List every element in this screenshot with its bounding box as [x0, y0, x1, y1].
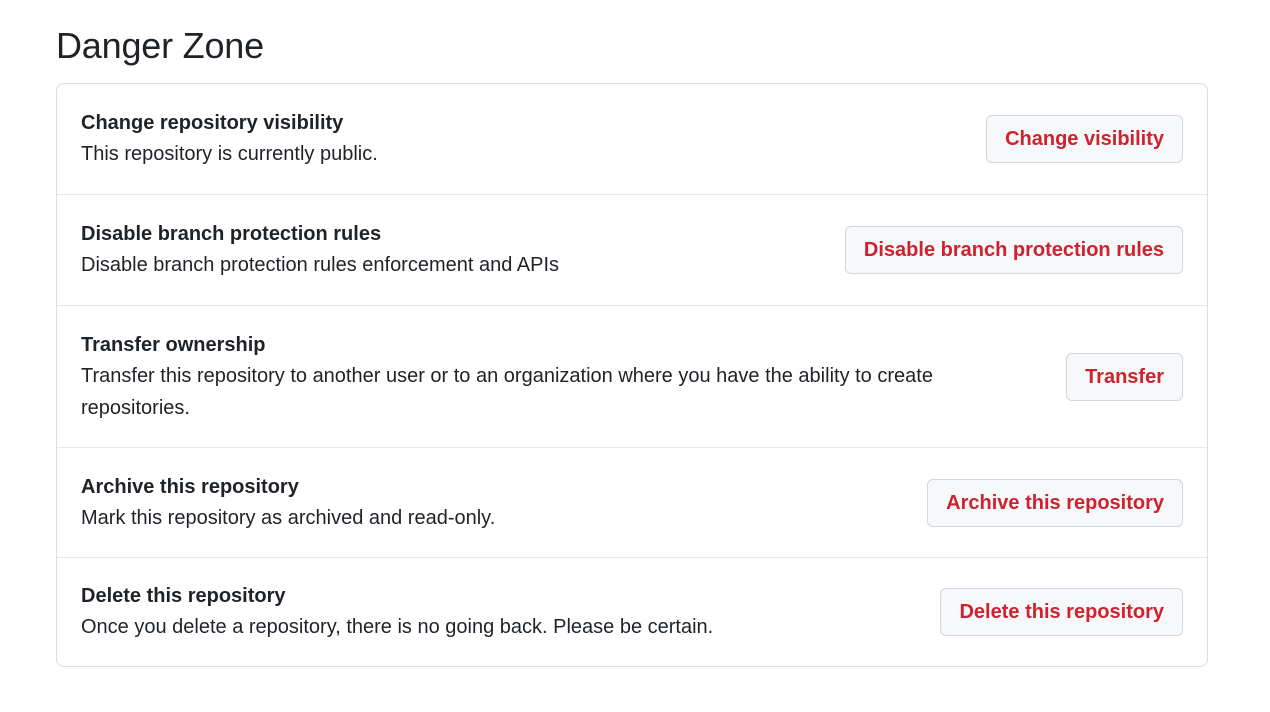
archive-repository-button[interactable]: Archive this repository — [927, 478, 1183, 527]
row-description: This repository is currently public. — [81, 143, 378, 165]
row-title: Change repository visibility — [81, 112, 344, 134]
row-text: Transfer ownership Transfer this reposit… — [81, 330, 1066, 424]
row-title: Transfer ownership — [81, 333, 266, 356]
transfer-button[interactable]: Transfer — [1066, 352, 1183, 401]
row-text: Change repository visibility This reposi… — [81, 108, 986, 170]
row-title: Disable branch protection rules — [81, 223, 382, 245]
row-title: Delete this repository — [81, 585, 286, 607]
row-description: Disable branch protection rules enforcem… — [81, 254, 560, 276]
delete-repository-button[interactable]: Delete this repository — [940, 588, 1183, 636]
row-text: Disable branch protection rules Disable … — [81, 219, 845, 281]
row-description: Once you delete a repository, there is n… — [81, 616, 714, 638]
row-text: Archive this repository Mark this reposi… — [81, 472, 927, 534]
row-change-visibility: Change repository visibility This reposi… — [57, 84, 1207, 194]
change-visibility-button[interactable]: Change visibility — [986, 115, 1183, 163]
row-delete-repository: Delete this repository Once you delete a… — [57, 557, 1207, 666]
row-disable-branch-protection: Disable branch protection rules Disable … — [57, 194, 1207, 305]
row-title: Archive this repository — [81, 475, 299, 498]
disable-branch-protection-button[interactable]: Disable branch protection rules — [844, 226, 1183, 274]
page-title: Danger Zone — [56, 25, 264, 66]
row-description: Transfer this repository to another user… — [81, 364, 933, 419]
row-text: Delete this repository Once you delete a… — [81, 581, 940, 643]
danger-zone-page: Danger Zone Change repository visibility… — [0, 0, 1270, 712]
danger-zone-box: Change repository visibility This reposi… — [56, 83, 1208, 667]
row-archive-repository: Archive this repository Mark this reposi… — [57, 447, 1207, 557]
row-transfer-ownership: Transfer ownership Transfer this reposit… — [57, 305, 1207, 447]
row-description: Mark this repository as archived and rea… — [81, 506, 496, 529]
